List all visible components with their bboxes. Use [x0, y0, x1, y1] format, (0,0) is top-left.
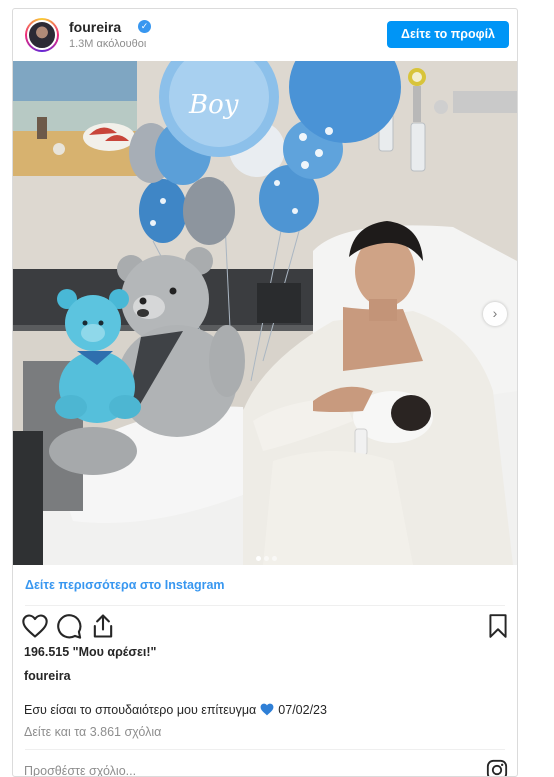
- view-profile-button[interactable]: Δείτε το προφίλ: [387, 21, 509, 48]
- likes-count[interactable]: 196.515 "Μου αρέσει!": [24, 645, 156, 659]
- view-comments-link[interactable]: Δείτε και τα 3.861 σχόλια: [24, 725, 161, 739]
- bookmark-icon[interactable]: [485, 613, 511, 639]
- instagram-logo-icon[interactable]: [486, 759, 508, 777]
- caption: Εσυ είσαι το σπουδαιότερο μου επίτευγμα 0…: [24, 703, 327, 719]
- wall-painting: [13, 61, 137, 176]
- verified-badge-icon: ✓: [138, 20, 151, 33]
- share-upload-icon[interactable]: [89, 612, 117, 640]
- caption-username[interactable]: foureira: [24, 669, 71, 683]
- carousel-dots: [256, 548, 280, 561]
- caption-text: Εσυ είσαι το σπουδαιότερο μου επίτευγμα: [24, 703, 257, 717]
- blue-heart-emoji: [260, 703, 274, 719]
- followers-count: 1.3M ακόλουθοι: [69, 38, 147, 50]
- instagram-embed: foureira ✓ 1.3M ακόλουθοι Δείτε το προφί…: [12, 8, 518, 777]
- divider: [25, 749, 505, 750]
- avatar[interactable]: [25, 18, 59, 52]
- divider: [25, 605, 505, 606]
- balloon-text: Boy: [188, 90, 239, 120]
- username[interactable]: foureira: [69, 19, 121, 35]
- caption-date: 07/02/23: [278, 703, 327, 717]
- view-more-on-instagram-link[interactable]: Δείτε περισσότερα στο Instagram: [25, 578, 225, 592]
- comment-bubble-icon[interactable]: [55, 612, 83, 640]
- next-slide-button[interactable]: ›: [483, 302, 507, 326]
- carousel-dot: [264, 556, 269, 561]
- add-comment-input[interactable]: Προσθέστε σχόλιο...: [24, 764, 136, 776]
- carousel-dot: [272, 556, 277, 561]
- heart-outline-icon[interactable]: [21, 612, 49, 640]
- post-photo[interactable]: Boy ›: [13, 61, 517, 565]
- post-header: foureira ✓ 1.3M ακόλουθοι Δείτε το προφί…: [13, 9, 517, 61]
- photo-illustration: Boy: [13, 61, 517, 565]
- avatar-image: [27, 20, 57, 50]
- carousel-dot: [256, 556, 261, 561]
